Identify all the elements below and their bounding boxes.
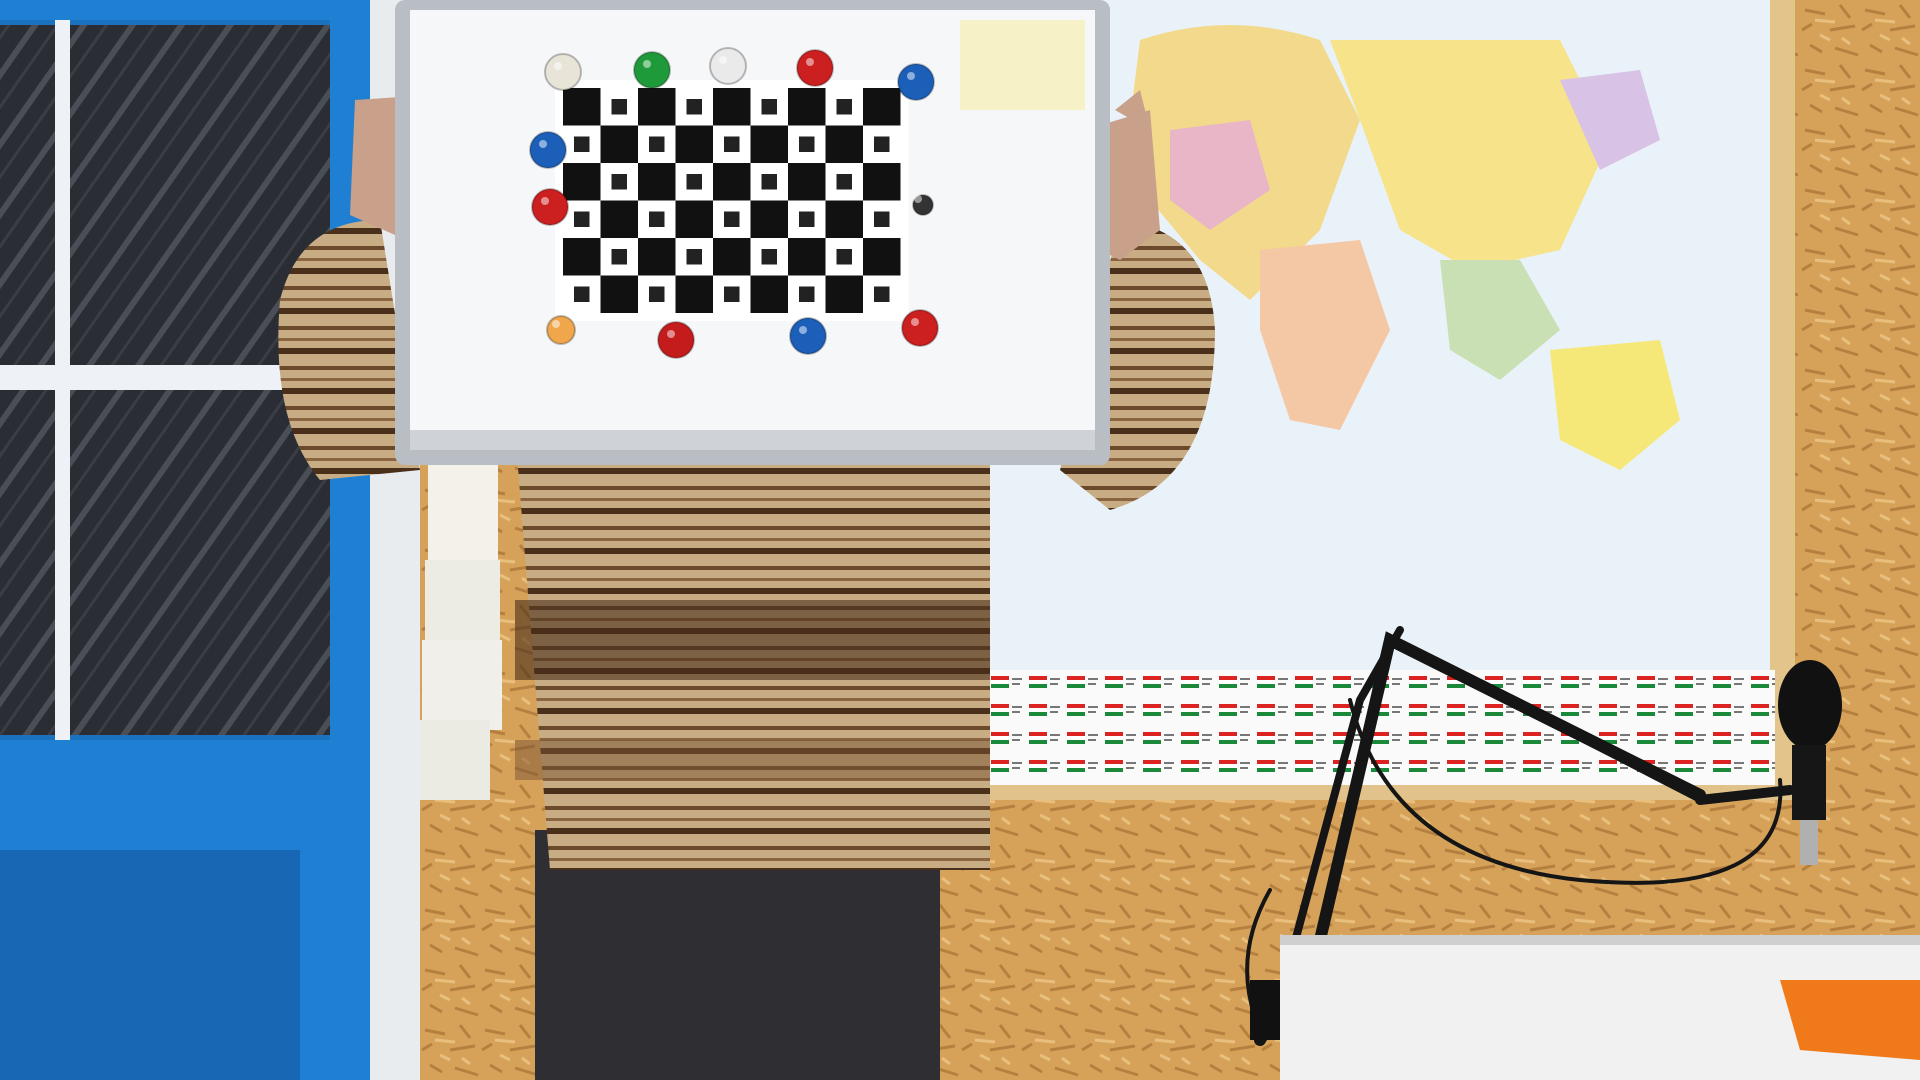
checker-square xyxy=(675,200,713,238)
magnet-highlight xyxy=(667,330,675,338)
checker-square xyxy=(713,163,751,201)
magnet-highlight xyxy=(911,318,919,326)
magnet-highlight xyxy=(907,72,915,80)
desk xyxy=(1280,935,1920,1080)
aruco-marker xyxy=(761,174,777,190)
aruco-marker xyxy=(799,286,815,302)
aruco-marker xyxy=(799,136,815,152)
checker-square xyxy=(825,200,863,238)
magnet-highlight xyxy=(914,195,922,203)
aruco-marker xyxy=(611,174,627,190)
checker-square xyxy=(750,200,788,238)
aruco-marker xyxy=(724,286,740,302)
calibration-checkerboard xyxy=(555,80,909,321)
magnet xyxy=(796,49,834,87)
magnet-highlight xyxy=(799,326,807,334)
checker-square xyxy=(788,88,826,126)
magnet-highlight xyxy=(554,62,562,70)
checker-square xyxy=(638,238,676,276)
aruco-marker xyxy=(686,99,702,115)
aruco-marker xyxy=(724,211,740,227)
aruco-marker xyxy=(574,286,590,302)
aruco-marker xyxy=(686,249,702,265)
aruco-marker xyxy=(611,99,627,115)
checker-square xyxy=(600,275,638,313)
magnet xyxy=(657,321,695,359)
magnet xyxy=(633,51,671,89)
aruco-marker xyxy=(836,249,852,265)
checker-square xyxy=(750,125,788,163)
magnet xyxy=(901,309,939,347)
checker-square xyxy=(863,163,901,201)
photo-scene xyxy=(0,0,1920,1080)
magnet xyxy=(897,63,935,101)
aruco-marker xyxy=(649,211,665,227)
checker-square xyxy=(638,88,676,126)
checker-square xyxy=(563,88,601,126)
magnet-highlight xyxy=(541,197,549,205)
paper-notes xyxy=(420,465,502,800)
magnet xyxy=(531,188,569,226)
magnet xyxy=(546,315,576,345)
magnet-highlight xyxy=(539,140,547,148)
magnet xyxy=(789,317,827,355)
checker-square xyxy=(713,88,751,126)
aruco-marker xyxy=(874,211,890,227)
magnet-highlight xyxy=(552,320,560,328)
checker-square xyxy=(638,163,676,201)
aruco-marker xyxy=(574,136,590,152)
magnet xyxy=(529,131,567,169)
magnet-highlight xyxy=(806,58,814,66)
aruco-marker xyxy=(874,286,890,302)
checker-square xyxy=(788,163,826,201)
checker-square xyxy=(675,275,713,313)
checker-square xyxy=(788,238,826,276)
checker-square xyxy=(825,275,863,313)
aruco-marker xyxy=(611,249,627,265)
checker-square xyxy=(713,238,751,276)
aruco-marker xyxy=(574,211,590,227)
aruco-marker xyxy=(874,136,890,152)
checker-square xyxy=(600,125,638,163)
checker-square xyxy=(863,88,901,126)
aruco-marker xyxy=(686,174,702,190)
aruco-marker xyxy=(836,99,852,115)
aruco-marker xyxy=(724,136,740,152)
magnet xyxy=(544,53,582,91)
aruco-marker xyxy=(761,99,777,115)
sticky-note xyxy=(960,20,1085,110)
magnet-highlight xyxy=(643,60,651,68)
checker-square xyxy=(863,238,901,276)
checker-square xyxy=(825,125,863,163)
aruco-marker xyxy=(761,249,777,265)
checker-square xyxy=(675,125,713,163)
aruco-marker xyxy=(836,174,852,190)
magnet-highlight xyxy=(719,56,727,64)
checker-square xyxy=(600,200,638,238)
magnet xyxy=(709,47,747,85)
aruco-marker xyxy=(649,136,665,152)
checker-square xyxy=(563,238,601,276)
checker-square xyxy=(563,163,601,201)
checker-square xyxy=(750,275,788,313)
aruco-marker xyxy=(649,286,665,302)
aruco-marker xyxy=(799,211,815,227)
